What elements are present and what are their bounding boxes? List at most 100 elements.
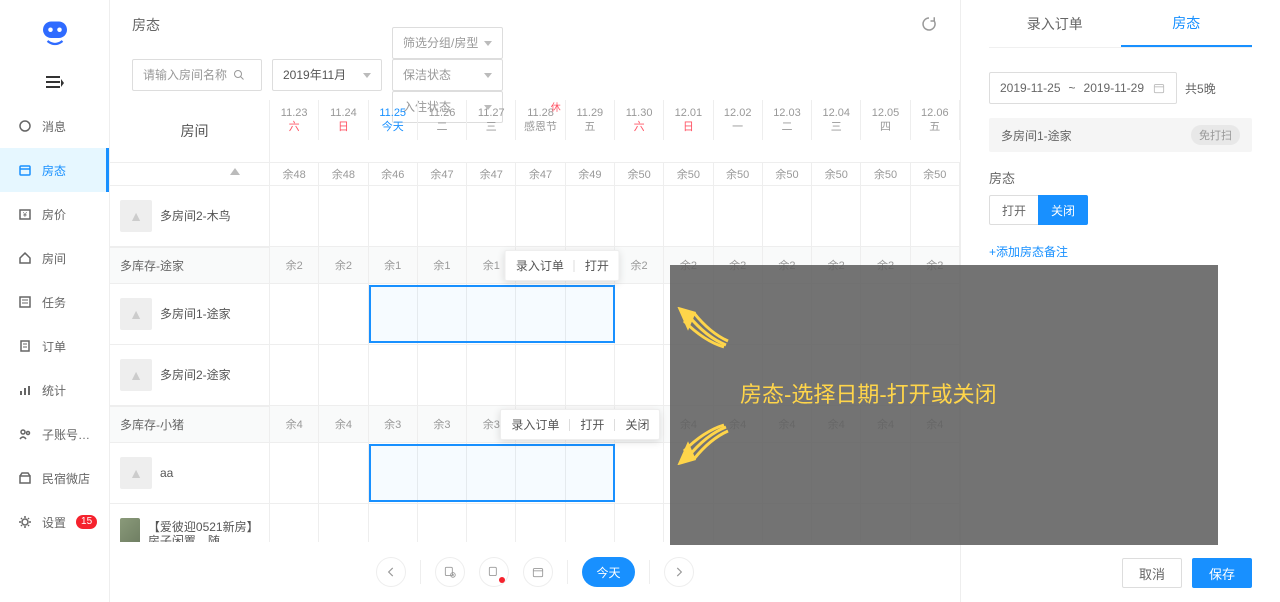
calendar-icon[interactable] — [523, 557, 553, 587]
group-avail-cell[interactable]: 余2 — [615, 247, 664, 283]
date-header-cell[interactable]: 11.23六 — [270, 100, 319, 140]
group-avail-cell[interactable]: 余1 — [369, 247, 418, 283]
calendar-cell[interactable] — [615, 186, 664, 246]
calendar-cell[interactable] — [763, 186, 812, 246]
tab-status[interactable]: 房态 — [1121, 0, 1253, 47]
date-range-picker[interactable]: 2019-11-25 ~ 2019-11-29 — [989, 72, 1177, 104]
room-side[interactable]: ▲多房间1-途家 — [110, 284, 270, 344]
room-side[interactable]: ▲多房间2-木鸟 — [110, 186, 270, 246]
calendar-cell[interactable] — [369, 504, 418, 542]
popup-action[interactable]: 打开 — [585, 257, 609, 274]
calendar-cell[interactable] — [566, 284, 615, 344]
group-avail-cell[interactable]: 余2 — [319, 247, 368, 283]
room-side[interactable]: ▲aa — [110, 443, 270, 503]
nav-item-order[interactable]: 订单 — [0, 324, 109, 368]
calendar-cell[interactable] — [270, 186, 319, 246]
nav-item-task[interactable]: 任务 — [0, 280, 109, 324]
date-header-cell[interactable]: 休11.28感恩节 — [516, 100, 565, 140]
calendar-cell[interactable] — [319, 186, 368, 246]
filter-select-1[interactable]: 保洁状态 — [392, 59, 503, 91]
calendar-cell[interactable] — [319, 443, 368, 503]
month-select[interactable]: 2019年11月 — [272, 59, 382, 91]
calendar-cell[interactable] — [319, 284, 368, 344]
collapse-icon[interactable] — [0, 76, 109, 90]
nav-item-room[interactable]: 房间 — [0, 236, 109, 280]
bulk-status-icon[interactable] — [479, 557, 509, 587]
calendar-cell[interactable] — [615, 443, 664, 503]
calendar-cell[interactable] — [418, 284, 467, 344]
popup-action[interactable]: 录入订单 — [516, 257, 564, 274]
calendar-cell[interactable] — [418, 504, 467, 542]
date-header-cell[interactable]: 11.24日 — [319, 100, 368, 140]
group-avail-cell[interactable]: 余3 — [418, 406, 467, 442]
popup-action[interactable]: 录入订单 — [511, 416, 559, 433]
calendar-cell[interactable] — [270, 443, 319, 503]
popup-action[interactable]: 关闭 — [625, 416, 649, 433]
today-button[interactable]: 今天 — [582, 557, 634, 587]
calendar-cell[interactable] — [369, 284, 418, 344]
date-header-cell[interactable]: 12.01日 — [664, 100, 713, 140]
bulk-add-icon[interactable] — [435, 557, 465, 587]
filter-select-0[interactable]: 筛选分组/房型 — [392, 27, 503, 59]
calendar-cell[interactable] — [566, 186, 615, 246]
calendar-cell[interactable] — [418, 443, 467, 503]
calendar-cell[interactable] — [566, 345, 615, 405]
clean-tag[interactable]: 免打扫 — [1191, 125, 1240, 145]
save-button[interactable]: 保存 — [1192, 558, 1252, 588]
calendar-cell[interactable] — [566, 443, 615, 503]
calendar-cell[interactable] — [319, 345, 368, 405]
calendar-cell[interactable] — [467, 284, 516, 344]
calendar-cell[interactable] — [369, 443, 418, 503]
date-header-cell[interactable]: 11.27三 — [467, 100, 516, 140]
calendar-cell[interactable] — [516, 345, 565, 405]
nav-item-settings[interactable]: 设置15 — [0, 500, 109, 544]
calendar-cell[interactable] — [418, 345, 467, 405]
calendar-cell[interactable] — [911, 186, 960, 246]
open-button[interactable]: 打开 — [989, 195, 1039, 225]
calendar-cell[interactable] — [516, 504, 565, 542]
calendar-cell[interactable] — [270, 284, 319, 344]
calendar-cell[interactable] — [615, 284, 664, 344]
calendar-cell[interactable] — [467, 443, 516, 503]
calendar-cell[interactable] — [812, 186, 861, 246]
group-avail-cell[interactable]: 余1 — [418, 247, 467, 283]
group-avail-cell[interactable]: 余4 — [319, 406, 368, 442]
nav-item-weshop[interactable]: 民宿微店 — [0, 456, 109, 500]
date-header-cell[interactable]: 12.02一 — [714, 100, 763, 140]
date-header-cell[interactable]: 12.04三 — [812, 100, 861, 140]
nav-item-stats[interactable]: 统计 — [0, 368, 109, 412]
calendar-cell[interactable] — [418, 186, 467, 246]
popup-action[interactable]: 打开 — [580, 416, 604, 433]
tab-order[interactable]: 录入订单 — [989, 0, 1121, 47]
calendar-cell[interactable] — [516, 284, 565, 344]
calendar-cell[interactable] — [270, 504, 319, 542]
add-note-link[interactable]: +添加房态备注 — [989, 243, 1252, 260]
calendar-cell[interactable] — [566, 504, 615, 542]
nav-item-subacct[interactable]: 子账号… — [0, 412, 109, 456]
prev-page-button[interactable] — [376, 557, 406, 587]
refresh-icon[interactable] — [920, 15, 938, 36]
calendar-cell[interactable] — [369, 345, 418, 405]
date-header-cell[interactable]: 12.06五 — [911, 100, 960, 140]
cancel-button[interactable]: 取消 — [1122, 558, 1182, 588]
date-header-cell[interactable]: 11.30六 — [615, 100, 664, 140]
calendar-cell[interactable] — [516, 443, 565, 503]
nav-item-price[interactable]: ¥房价 — [0, 192, 109, 236]
date-header-cell[interactable]: 11.26二 — [418, 100, 467, 140]
calendar-cell[interactable] — [516, 186, 565, 246]
room-side[interactable]: ▲多房间2-途家 — [110, 345, 270, 405]
calendar-cell[interactable] — [467, 345, 516, 405]
calendar-cell[interactable] — [467, 504, 516, 542]
calendar-cell[interactable] — [319, 504, 368, 542]
calendar-cell[interactable] — [369, 186, 418, 246]
next-page-button[interactable] — [664, 557, 694, 587]
date-header-cell[interactable]: 12.03二 — [763, 100, 812, 140]
scroll-up-icon[interactable] — [230, 168, 240, 175]
calendar-cell[interactable] — [467, 186, 516, 246]
calendar-cell[interactable] — [861, 186, 910, 246]
calendar-cell[interactable] — [615, 504, 664, 542]
nav-item-calendar[interactable]: 房态 — [0, 148, 109, 192]
group-avail-cell[interactable]: 余3 — [369, 406, 418, 442]
calendar-cell[interactable] — [270, 345, 319, 405]
group-avail-cell[interactable]: 余4 — [270, 406, 319, 442]
